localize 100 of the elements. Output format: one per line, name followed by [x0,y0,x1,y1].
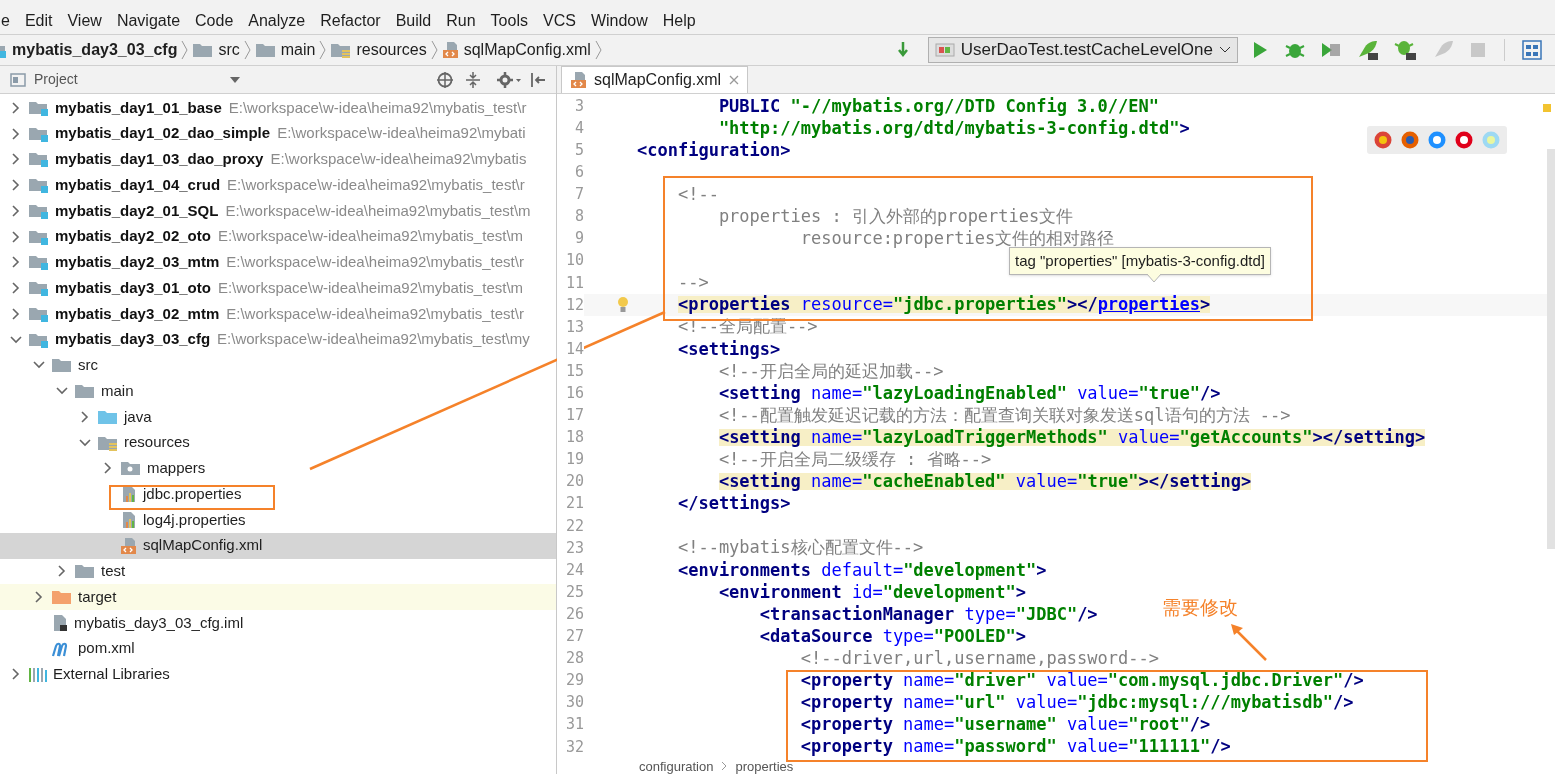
menu-item[interactable]: Navigate [116,13,181,29]
menu-item[interactable]: Build [395,13,432,29]
folder-icon [192,41,215,59]
folder-icon [120,459,142,478]
xml-file-icon [570,71,588,89]
tree-item[interactable]: mybatis_day2_01_SQL E:\workspace\w-idea\heima92\mybatis_test\m [0,198,556,224]
module-path: E:\workspace\w-idea\heima92\mybatis_test\m [217,277,524,298]
caret-icon [230,76,240,83]
arrow-icon [1228,622,1268,662]
tree-item[interactable]: jdbc.properties [0,481,556,507]
breadcrumb-item[interactable]: resources [326,38,431,62]
module-icon [28,176,50,195]
tree-item[interactable]: mybatis_day1_04_crud E:\workspace\w-idea\heima92\mybatis_test\r [0,172,556,198]
tooltip-pointer-icon [1147,274,1161,282]
breadcrumb-item[interactable]: configuration [639,759,714,773]
tree-item[interactable]: mybatis_day1_03_dao_proxy E:\workspace\w-idea\heima92\mybatis [0,146,556,173]
breadcrumb-item[interactable]: mybatis_day3_03_cfg [0,38,182,62]
xml-file-icon [120,536,138,555]
project-structure-icon[interactable] [1519,39,1545,61]
code-line: <property name="password" value="111111"/> [799,738,1231,756]
properties-file-icon [120,510,138,529]
annotation-label: 需要修改 [1162,596,1238,620]
resources-folder-icon [330,41,353,59]
tree-item[interactable]: mappers [0,455,556,482]
chevron-icon [594,40,602,60]
code-line: <!--mybatis核心配置文件--> [676,539,924,557]
tree-item[interactable]: java [0,404,556,430]
browser-icon[interactable] [1427,130,1447,150]
tree-item[interactable]: External Libraries [0,661,556,688]
scrollbar[interactable] [1547,149,1555,549]
module-icon [28,279,50,298]
run-configuration-dropdown[interactable]: UserDaoTest.testCacheLevelOne [927,37,1238,63]
tree-item[interactable]: log4j.properties [0,507,556,533]
tree-item[interactable]: sqlMapConfig.xml [0,532,556,559]
close-icon[interactable] [729,75,740,85]
tree-item[interactable]: mybatis_day3_03_cfg.iml [0,610,556,636]
code-line: <transactionManager type="JDBC"/> [758,605,1098,623]
hide-panel-icon[interactable] [530,70,546,89]
tree-item[interactable]: mybatis_day2_02_oto E:\workspace\w-idea\heima92\mybatis_test\m [0,223,556,250]
code-line: "http://mybatis.org/dtd/mybatis-3-config.dtd"> [717,119,1190,137]
menu-item[interactable]: Refactor [320,13,381,29]
tree-item[interactable]: test [0,558,556,585]
code-line: <configuration> [637,141,791,159]
code-line: <!--开启全局二级缓存 : 省略--> [717,451,992,469]
browser-icon[interactable] [1373,130,1393,150]
menu-item[interactable]: e [0,13,10,29]
menu-item[interactable]: View [67,13,102,29]
menu-item[interactable]: Analyze [248,13,306,29]
module-icon [28,253,50,272]
module-path: E:\workspace\w-idea\heima92\mybatis [270,149,527,170]
code-line: <environments default="development"> [676,561,1047,579]
libraries-icon [28,665,48,684]
menu-item[interactable]: Tools [490,13,528,29]
tree-item[interactable]: mybatis_day3_02_mtm E:\workspace\w-idea\heima92\mybatis_test\r [0,301,556,327]
breadcrumb-item[interactable]: sqlMapConfig.xml [437,38,595,62]
folder-icon [51,588,73,607]
menu-item[interactable]: Window [590,13,648,29]
tree-item[interactable]: target [0,584,556,610]
code-line: properties : 引入外部的properties文件 [717,208,1074,225]
tree-item[interactable]: main [0,378,556,404]
breadcrumb-item[interactable]: src [188,38,244,62]
tree-item[interactable]: pom.xml [0,635,556,662]
code-line: <!--开启全局的延迟加载--> [717,362,944,380]
tree-item[interactable]: mybatis_day1_01_base E:\workspace\w-idea\heima92\mybatis_test\r [0,95,556,121]
code-line: <setting name="cacheEnabled" value="true"></setting> [717,473,1252,491]
menu-item[interactable]: VCS [542,13,576,29]
code-line: <environment id="development"> [717,583,1026,601]
caret-icon [1219,46,1231,54]
tree-item[interactable]: resources [0,429,556,456]
code-line: <properties resource="jdbc.properties"></properties> [676,296,1211,314]
settings-icon[interactable] [496,70,522,89]
menu-item[interactable]: Help [662,13,696,29]
browser-icon[interactable] [1454,130,1474,150]
code-line: <setting name="lazyLoadTriggerMethods" value="getAccounts"></setting> [717,428,1426,446]
breadcrumb-item[interactable]: properties [735,759,794,773]
tree-item[interactable]: mybatis_day2_03_mtm E:\workspace\w-idea\heima92\mybatis_test\r [0,249,556,276]
code-line: </settings> [676,495,791,513]
tree-item[interactable]: mybatis_day3_03_cfg E:\workspace\w-idea\heima92\mybatis_test\my [0,326,556,353]
code-line: <dataSource type="POOLED"> [758,627,1026,645]
menu-item[interactable]: Run [446,13,476,29]
tree-item[interactable]: mybatis_day3_01_oto E:\workspace\w-idea\heima92\mybatis_test\m [0,275,556,301]
lightbulb-icon[interactable] [617,295,629,314]
xml-file-icon [441,41,460,59]
locate-icon[interactable] [436,70,454,89]
chevron-icon [430,40,438,60]
module-path: E:\workspace\w-idea\heima92\mybatis_test\r [226,303,524,324]
code-line: <!-- [676,185,719,203]
collapse-icon[interactable] [464,70,482,89]
menu-item[interactable]: Code [195,13,234,29]
browser-icon[interactable] [1400,130,1420,150]
breadcrumb-item[interactable]: main [250,38,320,62]
editor-tab[interactable]: sqlMapConfig.xml [561,66,749,93]
chevron-icon [181,40,189,60]
menu-item[interactable]: Edit [24,13,53,29]
folder-icon [254,41,277,59]
file-icon [51,613,69,632]
tree-item[interactable]: mybatis_day1_02_dao_simple E:\workspace\w-idea\heima92\mybati [0,120,556,147]
line-number: 12 [557,293,584,317]
code-line: --> [676,274,709,292]
tree-item[interactable]: src [0,352,556,379]
